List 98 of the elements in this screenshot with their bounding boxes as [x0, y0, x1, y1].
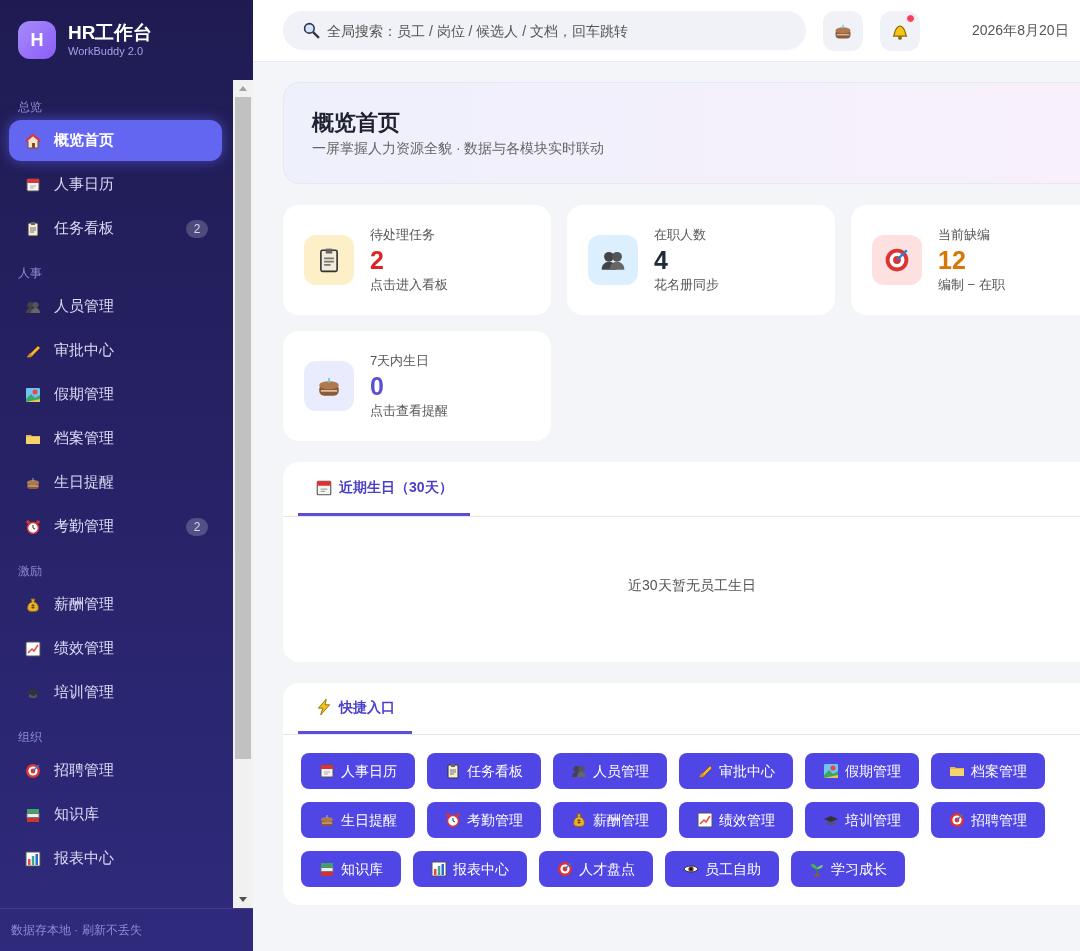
- calendar-icon: [319, 763, 335, 779]
- cake-icon: [319, 812, 335, 828]
- app-version: WorkBuddy 2.0: [68, 44, 144, 58]
- count-badge: 2: [186, 517, 208, 536]
- nav-item[interactable]: 知识库: [9, 794, 222, 835]
- search-icon: [303, 22, 320, 39]
- writing-hand-icon: [697, 763, 713, 779]
- app-title: HR工作台: [68, 22, 153, 44]
- shortcut-button[interactable]: 假期管理: [805, 753, 919, 789]
- date-text: 2026年8月20日: [972, 21, 1069, 40]
- sprout-icon: [809, 861, 825, 877]
- lightning-icon: [315, 698, 333, 716]
- search-field[interactable]: 全局搜索：员工 / 岗位 / 候选人 / 文档，回车跳转: [283, 11, 806, 50]
- stat-label: 7天内生日: [370, 352, 431, 370]
- stat-note: 点击查看提醒: [370, 402, 448, 420]
- shortcut-button[interactable]: 培训管理: [805, 802, 919, 838]
- stat-card[interactable]: 7天内生日 0 点击查看提醒: [283, 331, 551, 441]
- house-icon: [25, 132, 41, 149]
- stat-value: 0: [370, 371, 385, 402]
- shortcut-button[interactable]: 档案管理: [931, 753, 1045, 789]
- panel-tab[interactable]: 快捷入口: [298, 683, 412, 734]
- logo-icon: H: [18, 21, 56, 59]
- shortcut-button[interactable]: 生日提醒: [301, 802, 415, 838]
- target-icon: [884, 247, 910, 273]
- stat-label: 待处理任务: [370, 226, 436, 244]
- trend-chart-icon: [697, 812, 713, 828]
- books-icon: [319, 861, 335, 877]
- stat-card[interactable]: 待处理任务 2 点击进入看板: [283, 205, 551, 315]
- shortcut-button[interactable]: 考勤管理: [427, 802, 541, 838]
- nav-item[interactable]: 档案管理: [9, 418, 222, 459]
- nav-item[interactable]: 招聘管理: [9, 750, 222, 791]
- panel-tab[interactable]: 近期生日（30天）: [298, 462, 470, 516]
- stat-label: 当前缺编: [938, 226, 991, 244]
- stat-value: 12: [938, 245, 967, 276]
- calendar-icon: [25, 176, 41, 193]
- notification-button[interactable]: [880, 10, 920, 51]
- landscape-icon: [25, 386, 41, 403]
- clipboard-icon: [25, 220, 41, 237]
- scroll-down-icon[interactable]: [239, 897, 247, 902]
- page-title: 概览首页: [312, 109, 401, 137]
- shortcut-button[interactable]: 员工自助: [665, 851, 779, 887]
- stat-value: 2: [370, 245, 385, 276]
- calendar-icon: [315, 478, 333, 497]
- alarm-clock-icon: [445, 812, 461, 828]
- empty-state-text: 近30天暂无员工生日: [628, 576, 756, 595]
- target-icon: [557, 861, 573, 877]
- stat-value: 4: [654, 245, 669, 276]
- shortcut-button[interactable]: 报表中心: [413, 851, 527, 887]
- section-label: 人事: [18, 265, 42, 282]
- nav-item[interactable]: 人员管理: [9, 286, 222, 327]
- page-subtitle: 一屏掌握人力资源全貌 · 数据与各模块实时联动: [312, 139, 606, 158]
- clipboard-icon: [445, 763, 461, 779]
- section-label: 组织: [18, 729, 42, 746]
- nav-item[interactable]: 报表中心: [9, 838, 222, 879]
- stat-note: 点击进入看板: [370, 276, 448, 294]
- shortcut-button[interactable]: 人事日历: [301, 753, 415, 789]
- alarm-clock-icon: [25, 518, 41, 535]
- section-label: 激励: [18, 563, 42, 580]
- nav-item[interactable]: 审批中心: [9, 330, 222, 371]
- stat-note: 花名册同步: [654, 276, 719, 294]
- shortcut-button[interactable]: 任务看板: [427, 753, 541, 789]
- stat-card[interactable]: 当前缺编 12 编制 − 在职: [851, 205, 1080, 315]
- stat-note: 编制 − 在职: [938, 276, 1005, 294]
- target-icon: [25, 762, 41, 779]
- nav-item[interactable]: 人事日历: [9, 164, 222, 205]
- shortcut-button[interactable]: 学习成长: [791, 851, 905, 887]
- shortcut-button[interactable]: 招聘管理: [931, 802, 1045, 838]
- shortcut-button[interactable]: 审批中心: [679, 753, 793, 789]
- shortcut-button[interactable]: 知识库: [301, 851, 401, 887]
- scroll-up-icon[interactable]: [239, 86, 247, 91]
- money-bag-icon: [25, 596, 41, 613]
- nav-item[interactable]: 概览首页: [9, 120, 222, 161]
- footer-note: 数据存本地 · 刷新不丢失: [11, 922, 142, 939]
- scrollbar[interactable]: [233, 80, 253, 908]
- people-icon: [571, 763, 587, 779]
- bar-chart-icon: [25, 850, 41, 867]
- shortcut-button[interactable]: 人才盘点: [539, 851, 653, 887]
- shortcut-button[interactable]: 绩效管理: [679, 802, 793, 838]
- nav-item[interactable]: 绩效管理: [9, 628, 222, 669]
- nav-item[interactable]: 生日提醒: [9, 462, 222, 503]
- books-icon: [25, 806, 41, 823]
- shortcut-button[interactable]: 人员管理: [553, 753, 667, 789]
- bar-chart-icon: [431, 861, 447, 877]
- nav-item[interactable]: 假期管理: [9, 374, 222, 415]
- stat-label: 在职人数: [654, 226, 707, 244]
- target-icon: [949, 812, 965, 828]
- stat-card[interactable]: 在职人数 4 花名册同步: [567, 205, 835, 315]
- birthday-button[interactable]: [823, 10, 863, 51]
- money-bag-icon: [571, 812, 587, 828]
- shortcut-button[interactable]: 薪酬管理: [553, 802, 667, 838]
- nav-item[interactable]: 薪酬管理: [9, 584, 222, 625]
- trend-chart-icon: [25, 640, 41, 657]
- landscape-icon: [823, 763, 839, 779]
- nav-item[interactable]: 任务看板 2: [9, 208, 222, 249]
- nav-item[interactable]: 培训管理: [9, 672, 222, 713]
- nav-item[interactable]: 考勤管理 2: [9, 506, 222, 547]
- section-label: 总览: [18, 99, 42, 116]
- count-badge: 2: [186, 219, 208, 238]
